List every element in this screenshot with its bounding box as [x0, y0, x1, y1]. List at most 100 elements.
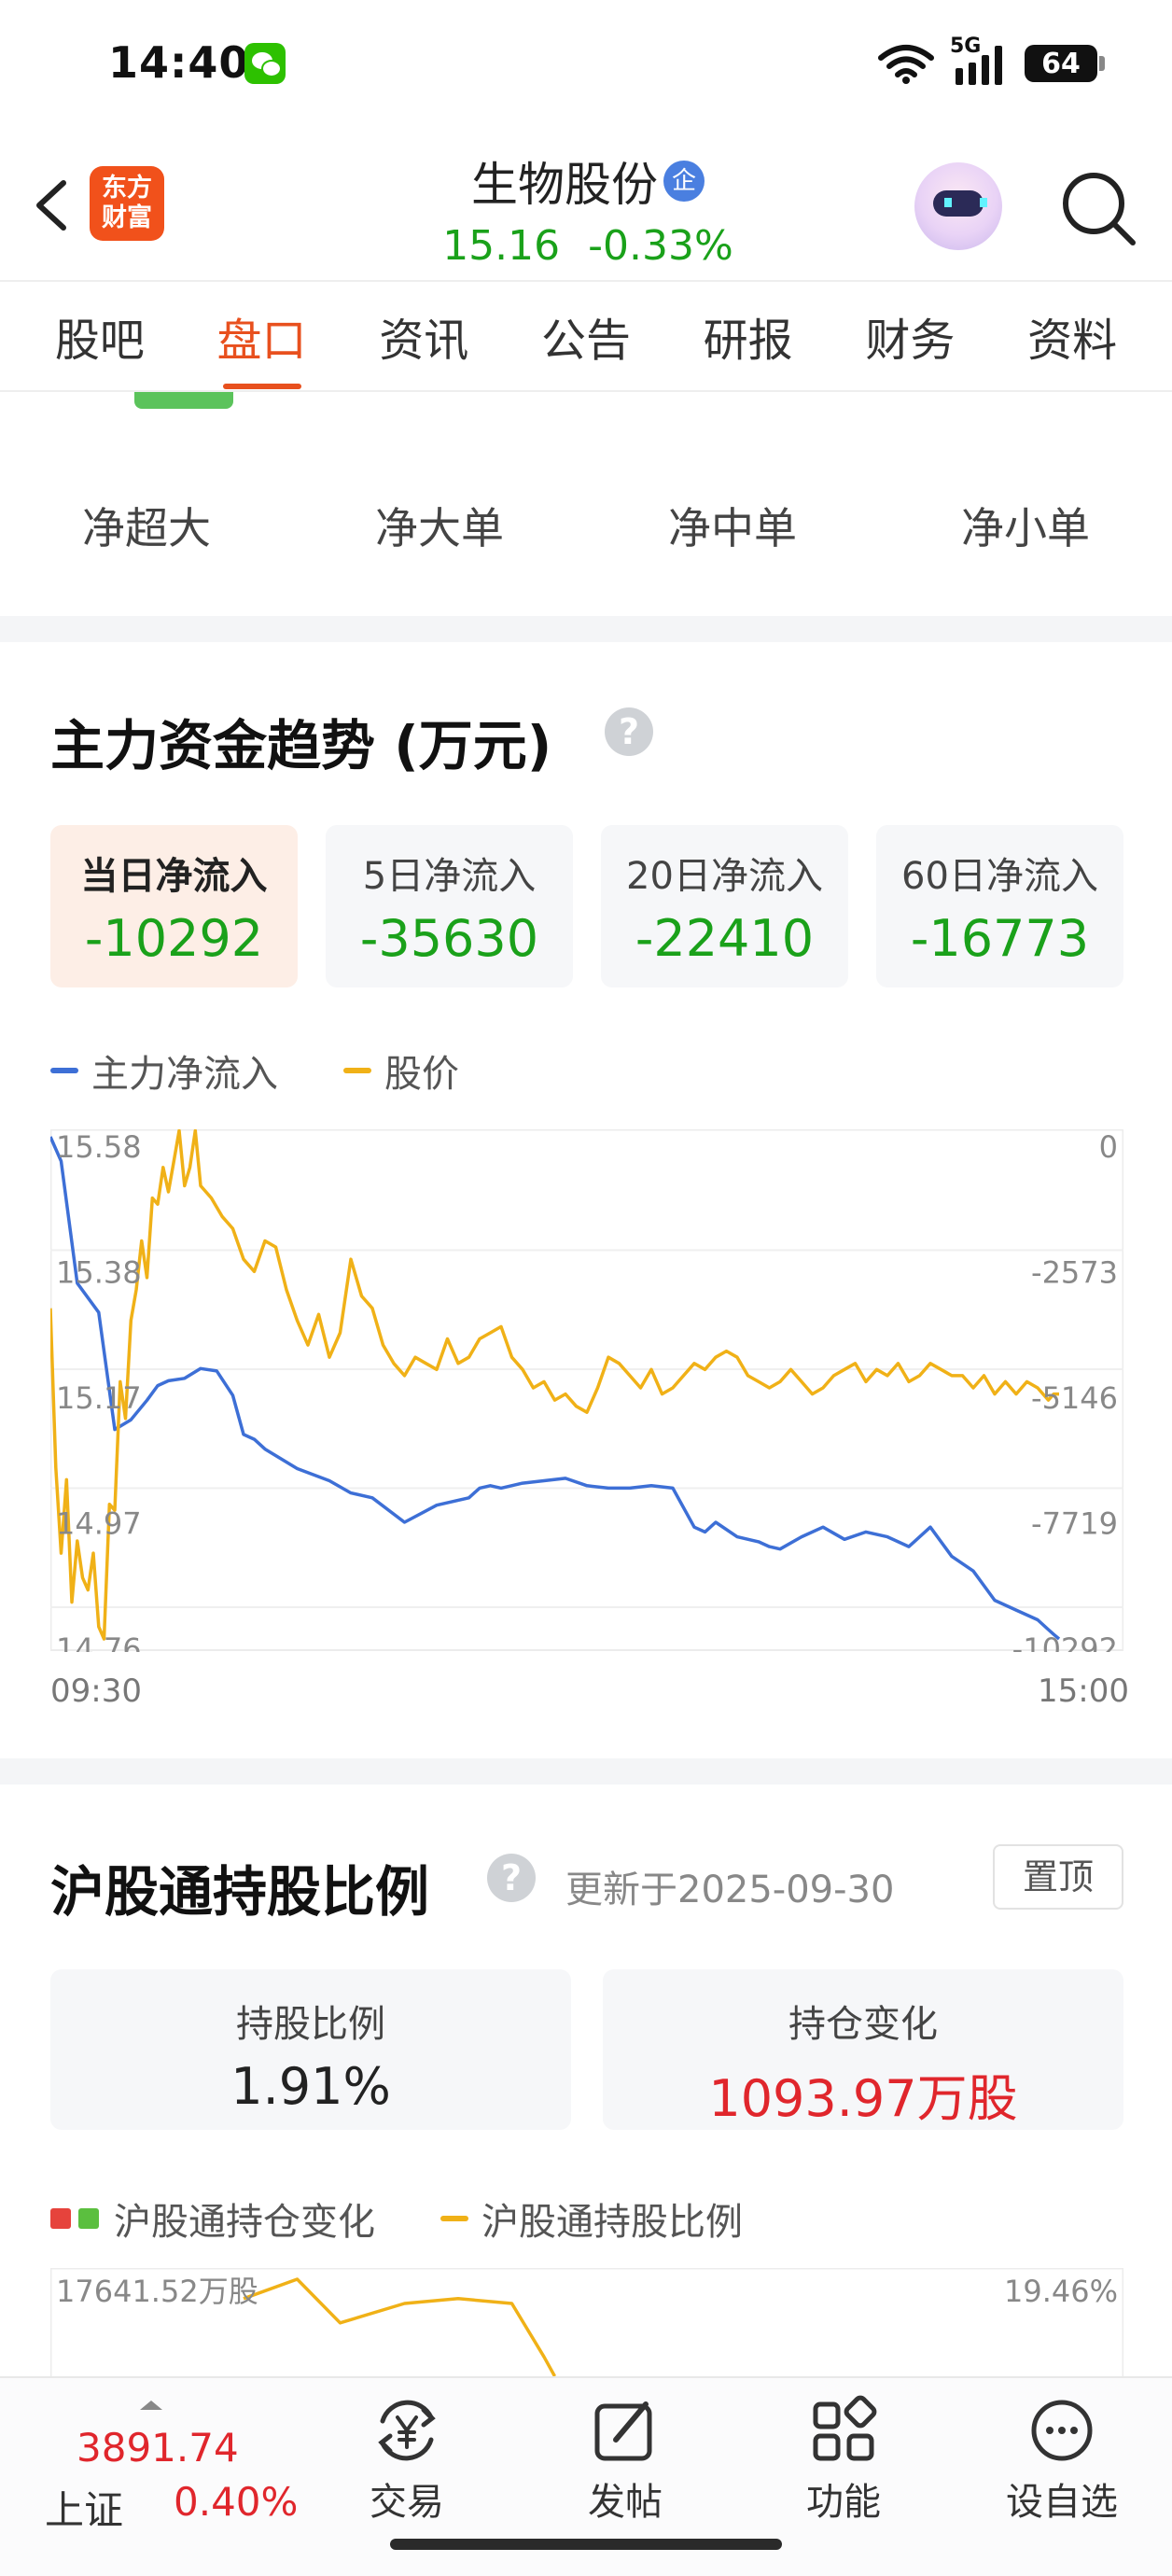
y-tick-left: 14.97 — [56, 1506, 142, 1542]
legend-label: 沪股通持股比例 — [481, 2201, 743, 2244]
logo-line1: 东方 — [102, 174, 152, 203]
nav-label: 发帖 — [588, 2481, 663, 2524]
stock-quote: 15.16 -0.33% — [355, 222, 821, 270]
search-icon[interactable] — [1056, 166, 1140, 250]
expand-caret-icon — [140, 2401, 162, 2410]
nav-label: 功能 — [806, 2481, 881, 2524]
stock-header: 东方 财富 生物股份企 15.16 -0.33% — [0, 131, 1172, 280]
help-icon[interactable]: ? — [605, 707, 653, 756]
net-inflow-cards: 当日净流入 -10292 5日净流入 -35630 20日净流入 -22410 … — [50, 825, 1123, 987]
card-label: 当日净流入 — [80, 855, 268, 898]
card-60day-inflow[interactable]: 60日净流入 -16773 — [876, 825, 1123, 987]
nav-trade[interactable]: 交易 — [332, 2393, 481, 2526]
y-tick-left: 15.58 — [56, 1129, 142, 1165]
fund-trend-chart[interactable]: 15.58 15.38 15.17 14.97 14.76 0 -2573 -5146 -771… — [50, 1129, 1123, 1652]
chart-frame — [50, 1129, 1123, 1651]
card-label: 60日净流入 — [901, 855, 1098, 898]
legend-item-holding-ratio: 沪股通持股比例 — [440, 2191, 743, 2246]
flow-label-large: 净大单 — [375, 503, 504, 553]
tab-pankou[interactable]: 盘口 — [208, 303, 316, 389]
legend-item-holding-change: 沪股通持仓变化 — [50, 2191, 375, 2246]
card-value: -10292 — [84, 909, 264, 968]
legend-swatch — [50, 1068, 78, 1073]
series-line-main-inflow — [50, 1136, 1061, 1641]
pin-top-button[interactable]: 置顶 — [993, 1844, 1123, 1910]
tab-announcements[interactable]: 公告 — [532, 303, 640, 369]
card-value: 1093.97万股 — [708, 2069, 1018, 2128]
edit-icon — [594, 2401, 652, 2461]
index-change: 0.40% — [174, 2479, 299, 2525]
flow-label-medium: 净中单 — [668, 503, 797, 553]
cellular-signal-icon: 5G — [950, 35, 1010, 87]
card-value: -16773 — [910, 909, 1090, 968]
help-icon[interactable]: ? — [487, 1854, 536, 1902]
nav-post[interactable]: 发帖 — [551, 2393, 700, 2526]
more-circle-icon — [1031, 2400, 1093, 2461]
card-value: -22410 — [635, 909, 815, 968]
tab-profile[interactable]: 资料 — [1018, 303, 1126, 369]
status-bar: 14:40 5G 64 — [0, 0, 1172, 131]
card-value: 1.91% — [230, 2057, 391, 2116]
tab-research[interactable]: 研报 — [694, 303, 802, 369]
x-axis-end: 15:00 — [1038, 1673, 1129, 1710]
back-icon[interactable] — [26, 168, 82, 243]
legend-label: 沪股通持仓变化 — [114, 2201, 375, 2244]
wifi-icon — [878, 45, 934, 84]
order-flow-labels: 净超大 净大单 净中单 净小单 — [0, 495, 1172, 556]
legend-swatch — [440, 2216, 468, 2221]
nav-add-watchlist[interactable]: 设自选 — [987, 2393, 1137, 2526]
card-today-inflow[interactable]: 当日净流入 -10292 — [50, 825, 298, 987]
stock-price: 15.16 — [442, 222, 561, 270]
card-value: -35630 — [359, 909, 539, 968]
y-tick-right: -5146 — [1031, 1380, 1118, 1416]
card-holding-change: 持仓变化 1093.97万股 — [603, 1969, 1123, 2130]
series-line-holding-ratio — [243, 2277, 557, 2376]
eastmoney-logo[interactable]: 东方 财富 — [90, 166, 164, 241]
stock-tabs: 股吧 盘口 资讯 公告 研报 财务 资料 — [0, 280, 1172, 392]
legend-item-main-inflow: 主力净流入 — [50, 1043, 278, 1098]
series-line-price — [50, 1129, 1059, 1641]
tab-news[interactable]: 资讯 — [370, 303, 478, 369]
card-label: 持股比例 — [236, 2003, 385, 2046]
stock-title[interactable]: 生物股份企 15.16 -0.33% — [355, 147, 821, 270]
y-tick-left: 17641.52万股 — [56, 2274, 258, 2309]
flow-label-small: 净小单 — [961, 503, 1090, 553]
nav-label: 交易 — [370, 2481, 444, 2524]
tab-finance[interactable]: 财务 — [856, 303, 964, 369]
card-label: 5日净流入 — [362, 855, 537, 898]
hk-chart-legend: 沪股通持仓变化 沪股通持股比例 — [50, 2191, 808, 2246]
chart-bar-fragment — [134, 392, 233, 409]
index-value: 3891.74 — [77, 2425, 239, 2471]
apps-grid-icon — [813, 2395, 877, 2461]
legend-item-price: 股价 — [343, 1043, 459, 1098]
nav-label: 设自选 — [1006, 2481, 1118, 2524]
y-tick-right: -10292 — [1012, 1631, 1118, 1652]
legend-swatch — [50, 2208, 71, 2229]
x-axis-start: 09:30 — [50, 1673, 142, 1710]
card-holding-ratio: 持股比例 1.91% — [50, 1969, 571, 2130]
nav-functions[interactable]: 功能 — [769, 2393, 918, 2526]
section-separator — [0, 616, 1172, 642]
stock-name: 生物股份 — [471, 158, 658, 212]
y-tick-right: -7719 — [1031, 1506, 1118, 1542]
y-tick-right: 19.46% — [1004, 2274, 1118, 2309]
index-ticker[interactable]: 3891.74 上证 0.40% — [41, 2397, 321, 2546]
card-5day-inflow[interactable]: 5日净流入 -35630 — [326, 825, 573, 987]
yuan-refresh-icon — [378, 2400, 436, 2461]
wechat-icon — [244, 43, 286, 84]
y-tick-left: 14.76 — [56, 1631, 142, 1652]
status-indicators: 5G 64 — [877, 35, 1105, 90]
hk-holding-chart[interactable]: 17641.52万股 19.46% — [50, 2268, 1123, 2376]
hk-holding-cards: 持股比例 1.91% 持仓变化 1093.97万股 — [50, 1969, 1123, 2130]
card-20day-inflow[interactable]: 20日净流入 -22410 — [601, 825, 848, 987]
section-separator — [0, 1758, 1172, 1785]
tab-guba[interactable]: 股吧 — [46, 303, 154, 369]
y-tick-left: 15.38 — [56, 1255, 142, 1291]
y-tick-right: 0 — [1099, 1129, 1118, 1165]
card-label: 20日净流入 — [626, 855, 823, 898]
index-name: 上证 — [45, 2487, 124, 2533]
ai-assistant-avatar[interactable] — [914, 162, 1002, 250]
y-tick-right: -2573 — [1031, 1255, 1118, 1291]
y-tick-left: 15.17 — [56, 1380, 142, 1416]
legend-swatch — [78, 2208, 99, 2229]
